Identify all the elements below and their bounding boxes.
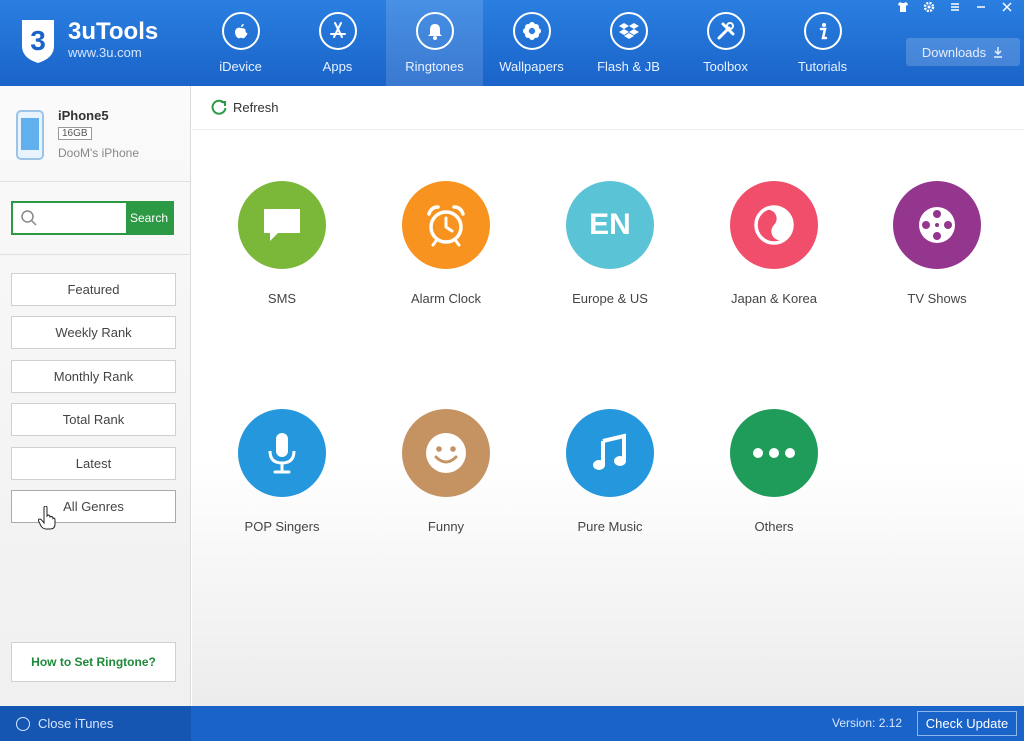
search-input[interactable] <box>41 203 127 233</box>
device-capacity-badge: 16GB <box>58 127 92 140</box>
nav-label: iDevice <box>219 59 262 74</box>
shirt-icon[interactable] <box>896 0 910 14</box>
hand-cursor-icon <box>37 505 56 535</box>
tools-icon <box>706 12 745 50</box>
category-funny[interactable]: Funny <box>376 409 516 534</box>
category-pop-singers[interactable]: POP Singers <box>212 409 352 534</box>
nav-label: Flash & JB <box>597 59 660 74</box>
main-nav: iDevice Apps Ringtones Wallpapers Flash … <box>192 0 871 86</box>
category-others[interactable]: Others <box>704 409 844 534</box>
refresh-button[interactable]: Refresh <box>210 98 279 116</box>
nav-ringtones[interactable]: Ringtones <box>386 0 483 86</box>
category-label: Europe & US <box>572 291 648 306</box>
search-button[interactable]: Search <box>126 203 172 233</box>
app-logo: 3 3uTools www.3u.com <box>18 16 158 64</box>
search-box: Search <box>11 201 174 235</box>
device-name: iPhone5 <box>58 108 109 123</box>
category-label: Pure Music <box>577 519 643 534</box>
nav-apps[interactable]: Apps <box>289 0 386 86</box>
appstore-icon <box>318 12 357 50</box>
downloads-label: Downloads <box>921 44 987 60</box>
nav-idevice[interactable]: iDevice <box>192 0 289 86</box>
status-bar: Close iTunes Version: 2.12 Check Update <box>0 706 1024 741</box>
shield-logo-icon: 3 <box>18 16 58 64</box>
menu-all-genres[interactable]: All Genres <box>11 490 176 523</box>
menu-monthly-rank[interactable]: Monthly Rank <box>11 360 176 393</box>
version-text: Version: 2.12 <box>832 716 903 730</box>
sidebar: iPhone5 16GB DooM's iPhone Search Featur… <box>0 86 191 706</box>
svg-text:3: 3 <box>30 25 46 56</box>
nav-tutorials[interactable]: Tutorials <box>774 0 871 86</box>
menu-icon[interactable] <box>948 0 962 14</box>
nav-label: Toolbox <box>703 59 748 74</box>
nav-label: Ringtones <box>405 59 464 74</box>
category-label: SMS <box>267 291 297 306</box>
bell-icon <box>415 12 454 50</box>
content-toolbar: Refresh <box>192 86 1024 130</box>
alarm-clock-icon <box>402 181 490 269</box>
category-label: Funny <box>427 519 465 534</box>
app-name: 3uTools <box>68 18 159 45</box>
menu-featured[interactable]: Featured <box>11 273 176 306</box>
iphone-icon <box>16 110 44 160</box>
film-reel-icon <box>893 181 981 269</box>
device-owner: DooM's iPhone <box>58 146 139 160</box>
top-bar: 3 3uTools www.3u.com iDevice Apps Ringto… <box>0 0 1024 86</box>
category-alarm-clock[interactable]: Alarm Clock <box>376 181 516 306</box>
category-label: POP Singers <box>244 519 320 534</box>
apple-icon <box>221 12 260 50</box>
check-update-button[interactable]: Check Update <box>917 711 1017 736</box>
chat-bubble-icon <box>238 181 326 269</box>
app-url: www.3u.com <box>68 45 142 60</box>
nav-label: Wallpapers <box>499 59 564 74</box>
divider <box>0 254 191 255</box>
music-note-icon <box>566 409 654 497</box>
category-tv-shows[interactable]: TV Shows <box>867 181 1007 306</box>
category-pure-music[interactable]: Pure Music <box>540 409 680 534</box>
menu-total-rank[interactable]: Total Rank <box>11 403 176 436</box>
refresh-icon <box>211 99 227 115</box>
downloads-button[interactable]: Downloads <box>906 38 1020 66</box>
nav-toolbox[interactable]: Toolbox <box>677 0 774 86</box>
how-to-set-ringtone-link[interactable]: How to Set Ringtone? <box>11 642 176 682</box>
category-label: Alarm Clock <box>410 291 482 306</box>
ellipsis-icon <box>730 409 818 497</box>
download-arrow-icon <box>994 47 1003 58</box>
category-label: Others <box>754 519 794 534</box>
flower-icon <box>512 12 551 50</box>
category-europe-us[interactable]: EN Europe & US <box>540 181 680 306</box>
nav-label: Tutorials <box>797 59 848 74</box>
yin-yang-icon <box>730 181 818 269</box>
category-label: Japan & Korea <box>730 291 817 306</box>
en-text-icon: EN <box>566 181 654 269</box>
radio-circle-icon <box>16 716 30 731</box>
menu-latest[interactable]: Latest <box>11 447 176 480</box>
info-icon <box>803 12 842 50</box>
smiley-icon <box>402 409 490 497</box>
gear-icon[interactable] <box>922 0 936 14</box>
close-itunes-button[interactable]: Close iTunes <box>0 706 191 741</box>
minimize-icon[interactable] <box>974 0 988 14</box>
ringtone-categories-panel: Refresh SMS Alarm Clock EN Europe & US J… <box>192 86 1024 706</box>
dropbox-icon <box>609 12 648 50</box>
category-japan-korea[interactable]: Japan & Korea <box>704 181 844 306</box>
category-label: TV Shows <box>907 291 967 306</box>
nav-wallpapers[interactable]: Wallpapers <box>483 0 580 86</box>
close-itunes-label: Close iTunes <box>38 716 114 731</box>
microphone-icon <box>238 409 326 497</box>
refresh-label: Refresh <box>233 99 279 115</box>
nav-flash-jb[interactable]: Flash & JB <box>580 0 677 86</box>
window-controls <box>896 0 1014 14</box>
category-sms[interactable]: SMS <box>212 181 352 306</box>
close-icon[interactable] <box>1000 0 1014 14</box>
menu-weekly-rank[interactable]: Weekly Rank <box>11 316 176 349</box>
nav-label: Apps <box>322 59 353 74</box>
device-info: iPhone5 16GB DooM's iPhone <box>0 86 191 182</box>
search-icon <box>21 210 37 226</box>
